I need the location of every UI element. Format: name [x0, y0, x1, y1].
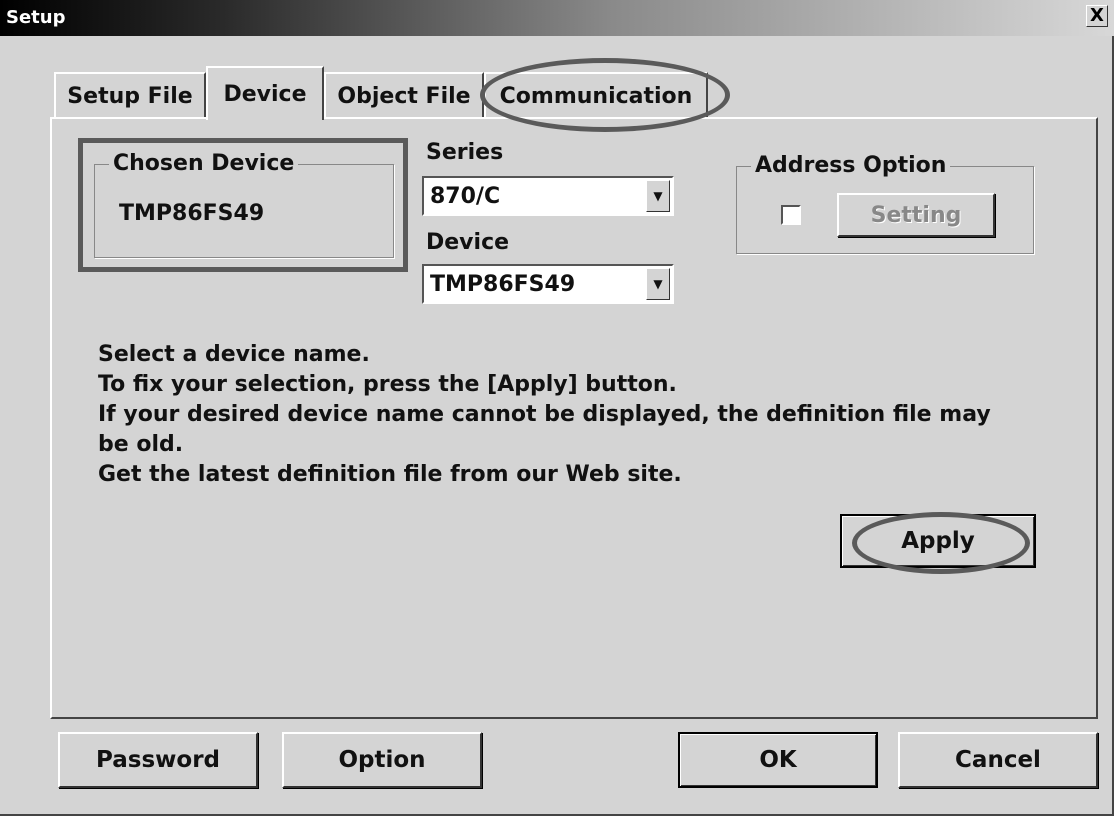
communication-tab-highlight [480, 58, 730, 132]
ok-button[interactable]: OK [678, 732, 878, 788]
chosen-device-highlight [78, 138, 408, 272]
tab-label: Device [223, 81, 307, 107]
password-button[interactable]: Password [58, 732, 258, 788]
info-text: Select a device name. To fix your select… [98, 340, 1038, 490]
device-value: TMP86FS49 [430, 272, 576, 297]
address-option-legend: Address Option [751, 153, 951, 178]
tab-object-file[interactable]: Object File [324, 72, 484, 118]
setting-button[interactable]: Setting [837, 193, 995, 237]
ok-label: OK [759, 747, 797, 773]
address-option-group: Address Option Setting [736, 153, 1034, 254]
device-label: Device [426, 230, 510, 255]
title-bar[interactable]: Setup X [0, 0, 1114, 36]
tab-setup-file[interactable]: Setup File [54, 72, 206, 118]
info-line: be old. [98, 432, 184, 457]
info-line: If your desired device name cannot be di… [98, 402, 991, 427]
close-button[interactable]: X [1086, 5, 1108, 27]
close-icon: X [1090, 5, 1104, 26]
chevron-down-icon[interactable]: ▼ [646, 268, 670, 300]
window-title: Setup [6, 7, 66, 28]
chevron-down-icon[interactable]: ▼ [646, 180, 670, 212]
tab-device[interactable]: Device [206, 66, 324, 120]
option-label: Option [338, 747, 426, 773]
address-option-checkbox[interactable] [781, 205, 801, 225]
tab-label: Setup File [67, 83, 193, 109]
series-select[interactable]: 870/C ▼ [422, 176, 674, 216]
cancel-label: Cancel [955, 747, 1041, 773]
tab-label: Object File [337, 83, 471, 109]
series-value: 870/C [430, 184, 501, 209]
option-button[interactable]: Option [282, 732, 482, 788]
setting-label: Setting [870, 202, 962, 228]
info-line: To fix your selection, press the [Apply]… [98, 372, 677, 397]
setup-dialog: Setup X Setup File Device Object File Co… [0, 0, 1114, 816]
cancel-button[interactable]: Cancel [898, 732, 1098, 788]
series-label: Series [426, 140, 504, 165]
password-label: Password [96, 747, 220, 773]
apply-button-highlight [852, 512, 1030, 574]
info-line: Select a device name. [98, 342, 370, 367]
info-line: Get the latest definition file from our … [98, 462, 682, 487]
device-select[interactable]: TMP86FS49 ▼ [422, 264, 674, 304]
